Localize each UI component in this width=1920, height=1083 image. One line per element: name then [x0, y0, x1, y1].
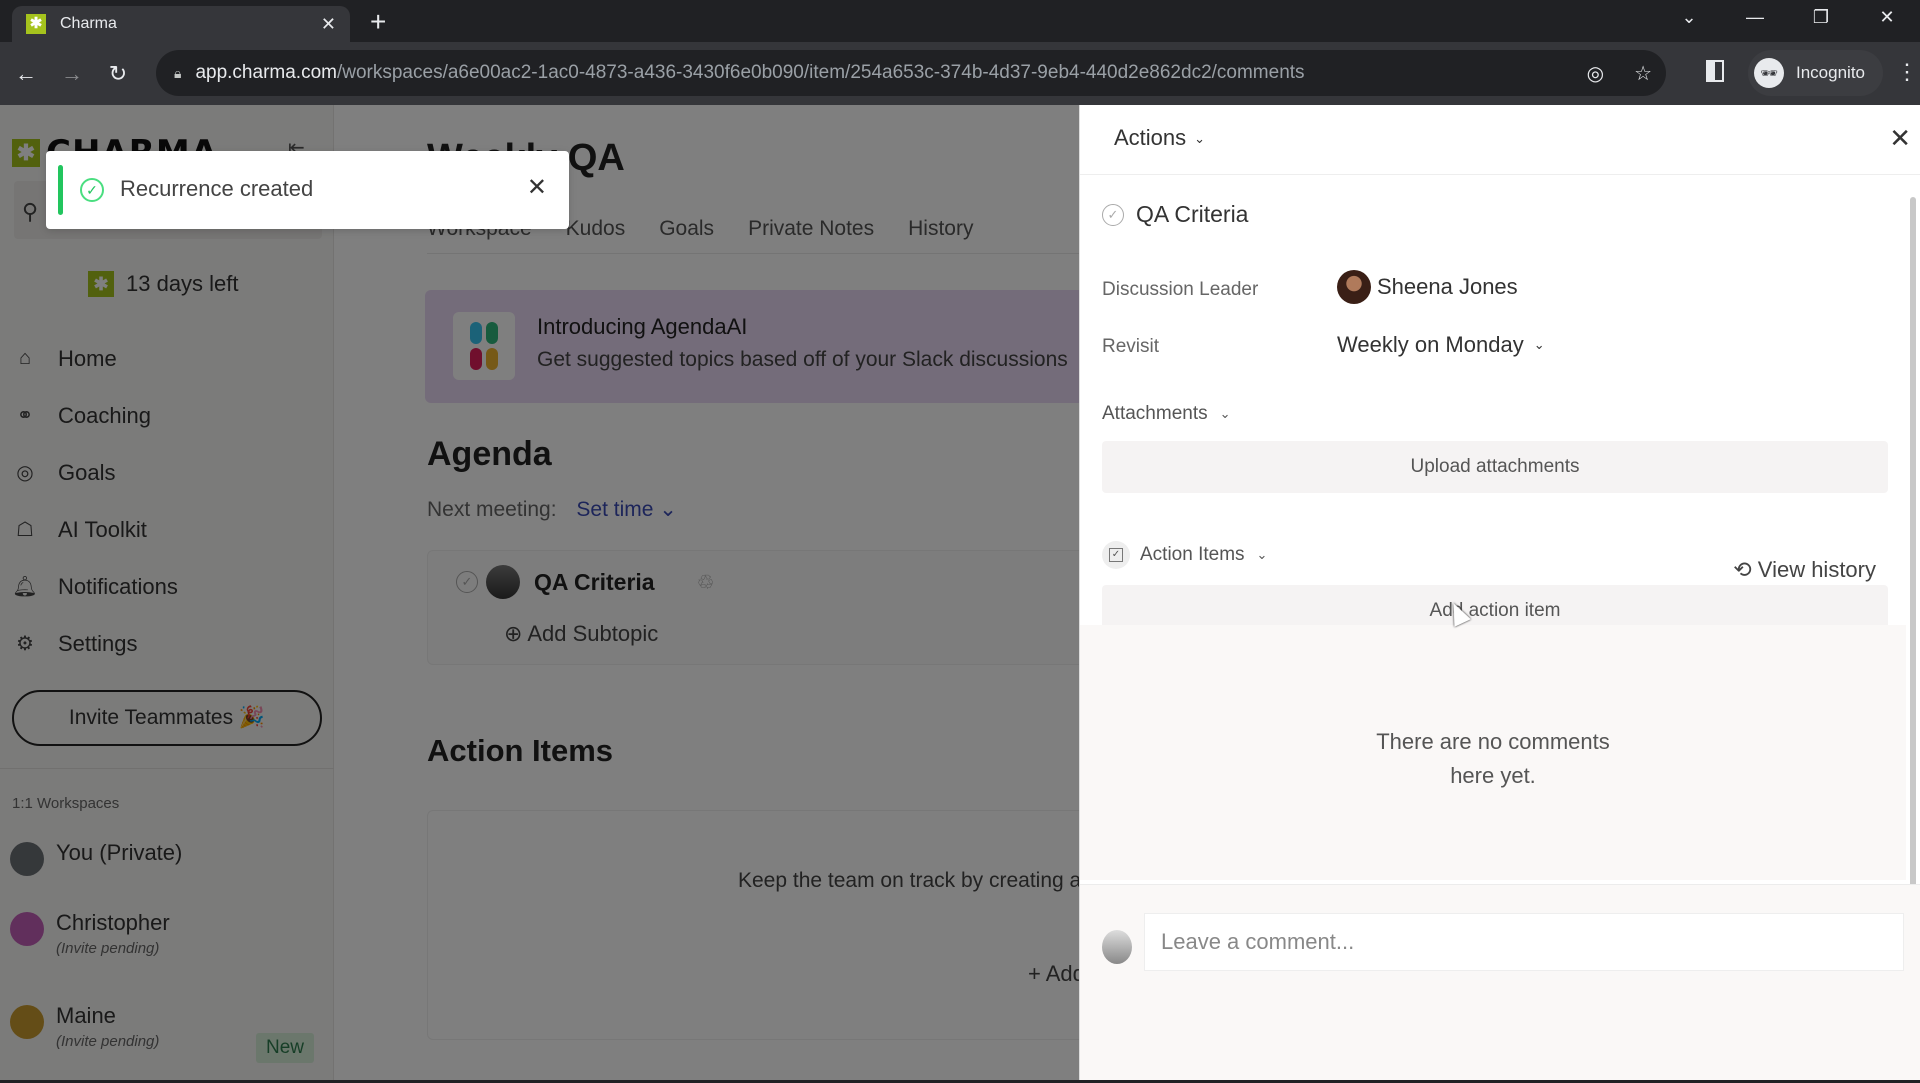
comment-composer	[1080, 884, 1920, 1080]
browser-menu-icon[interactable]: ⋮	[1896, 60, 1918, 84]
browser-tab[interactable]: ✱ Charma ✕	[12, 6, 350, 42]
avatar	[1337, 270, 1371, 304]
minimize-icon[interactable]: —	[1722, 7, 1788, 28]
view-history-link[interactable]: ⟲ View history	[1733, 557, 1876, 583]
scroll-thumb[interactable]	[1910, 197, 1916, 917]
attachments-toggle[interactable]: Attachments ⌄	[1102, 403, 1231, 425]
chevron-down-icon: ⌄	[1219, 406, 1231, 421]
new-tab-button[interactable]: +	[370, 6, 386, 38]
app: ✱ CHARMA ⇤ ⚲ ✱ 13 days left ⌂ Home ⚭ Coa…	[0, 105, 1920, 1080]
discussion-leader-value[interactable]: Sheena Jones	[1337, 270, 1518, 304]
reload-icon[interactable]: ↻	[98, 61, 138, 87]
incognito-icon: 🕶︎	[1754, 58, 1784, 88]
chevron-down-icon: ⌄	[1533, 337, 1545, 352]
omnibox-icons: ◎ ☆	[1587, 50, 1652, 96]
revisit-label: Revisit	[1102, 336, 1160, 357]
incognito-label: Incognito	[1796, 63, 1865, 82]
comments-area: There are no comments here yet.	[1080, 625, 1906, 880]
modal-backdrop[interactable]	[0, 105, 1080, 1080]
toast-message: Recurrence created	[120, 176, 314, 201]
panel-header: Actions ⌄ ✕	[1080, 105, 1920, 175]
revisit-dropdown[interactable]: Weekly on Monday ⌄	[1337, 332, 1545, 358]
check-circle-icon: ✓	[80, 178, 104, 202]
no-comments-text: There are no comments here yet.	[1376, 729, 1610, 788]
window-controls: ⌄ — ❐ ✕	[1656, 0, 1920, 34]
bookmark-star-icon[interactable]: ☆	[1634, 61, 1652, 86]
topic-detail-panel: Actions ⌄ ✕ ✓ QA Criteria Discussion Lead…	[1079, 105, 1920, 1080]
restore-icon[interactable]: ❐	[1788, 7, 1854, 28]
tab-close-icon[interactable]: ✕	[321, 14, 336, 35]
tab-search-icon[interactable]: ⌄	[1656, 7, 1722, 28]
forward-icon[interactable]: →	[52, 61, 92, 87]
charma-favicon-icon: ✱	[26, 14, 46, 34]
address-bar[interactable]: 🔒︎ app.charma.com/workspaces/a6e00ac2-1a…	[156, 50, 1666, 96]
discussion-leader-label: Discussion Leader	[1102, 279, 1259, 300]
incognito-badge[interactable]: 🕶︎ Incognito	[1748, 50, 1883, 96]
checkbox-icon: ✓	[1102, 541, 1130, 569]
comment-input[interactable]	[1144, 913, 1904, 971]
complete-topic-checkbox[interactable]: ✓	[1102, 203, 1124, 226]
url-text[interactable]: app.charma.com/workspaces/a6e00ac2-1ac0-…	[195, 62, 1304, 84]
panel-close-icon[interactable]: ✕	[1889, 123, 1911, 154]
panel-item-title[interactable]: QA Criteria	[1136, 201, 1248, 228]
action-items-toggle[interactable]: ✓ Action Items ⌄	[1102, 541, 1267, 569]
tracking-protection-icon[interactable]: ◎	[1587, 61, 1604, 86]
chevron-down-icon: ⌄	[1194, 131, 1206, 147]
toast-notification: ✓ Recurrence created ✕	[46, 151, 569, 229]
back-icon[interactable]: ←	[6, 61, 46, 87]
browser-tabstrip: ✱ Charma ✕ + ⌄ — ❐ ✕	[0, 0, 1920, 42]
toast-close-icon[interactable]: ✕	[527, 173, 547, 202]
chevron-down-icon: ⌄	[1256, 547, 1268, 562]
toast-accent-bar	[58, 165, 63, 215]
actions-dropdown[interactable]: Actions ⌄	[1114, 125, 1205, 151]
side-panel-icon[interactable]	[1706, 60, 1724, 82]
lock-icon: 🔒︎	[174, 64, 182, 81]
upload-attachments-button[interactable]: Upload attachments	[1102, 441, 1888, 493]
tab-title: Charma	[60, 15, 117, 32]
panel-title-row: ✓ QA Criteria	[1102, 201, 1248, 228]
browser-toolbar: ← → ↻ 🔒︎ app.charma.com/workspaces/a6e00…	[0, 42, 1920, 105]
window-close-icon[interactable]: ✕	[1854, 7, 1920, 28]
avatar	[1102, 930, 1132, 964]
history-icon: ⟲	[1733, 557, 1752, 582]
